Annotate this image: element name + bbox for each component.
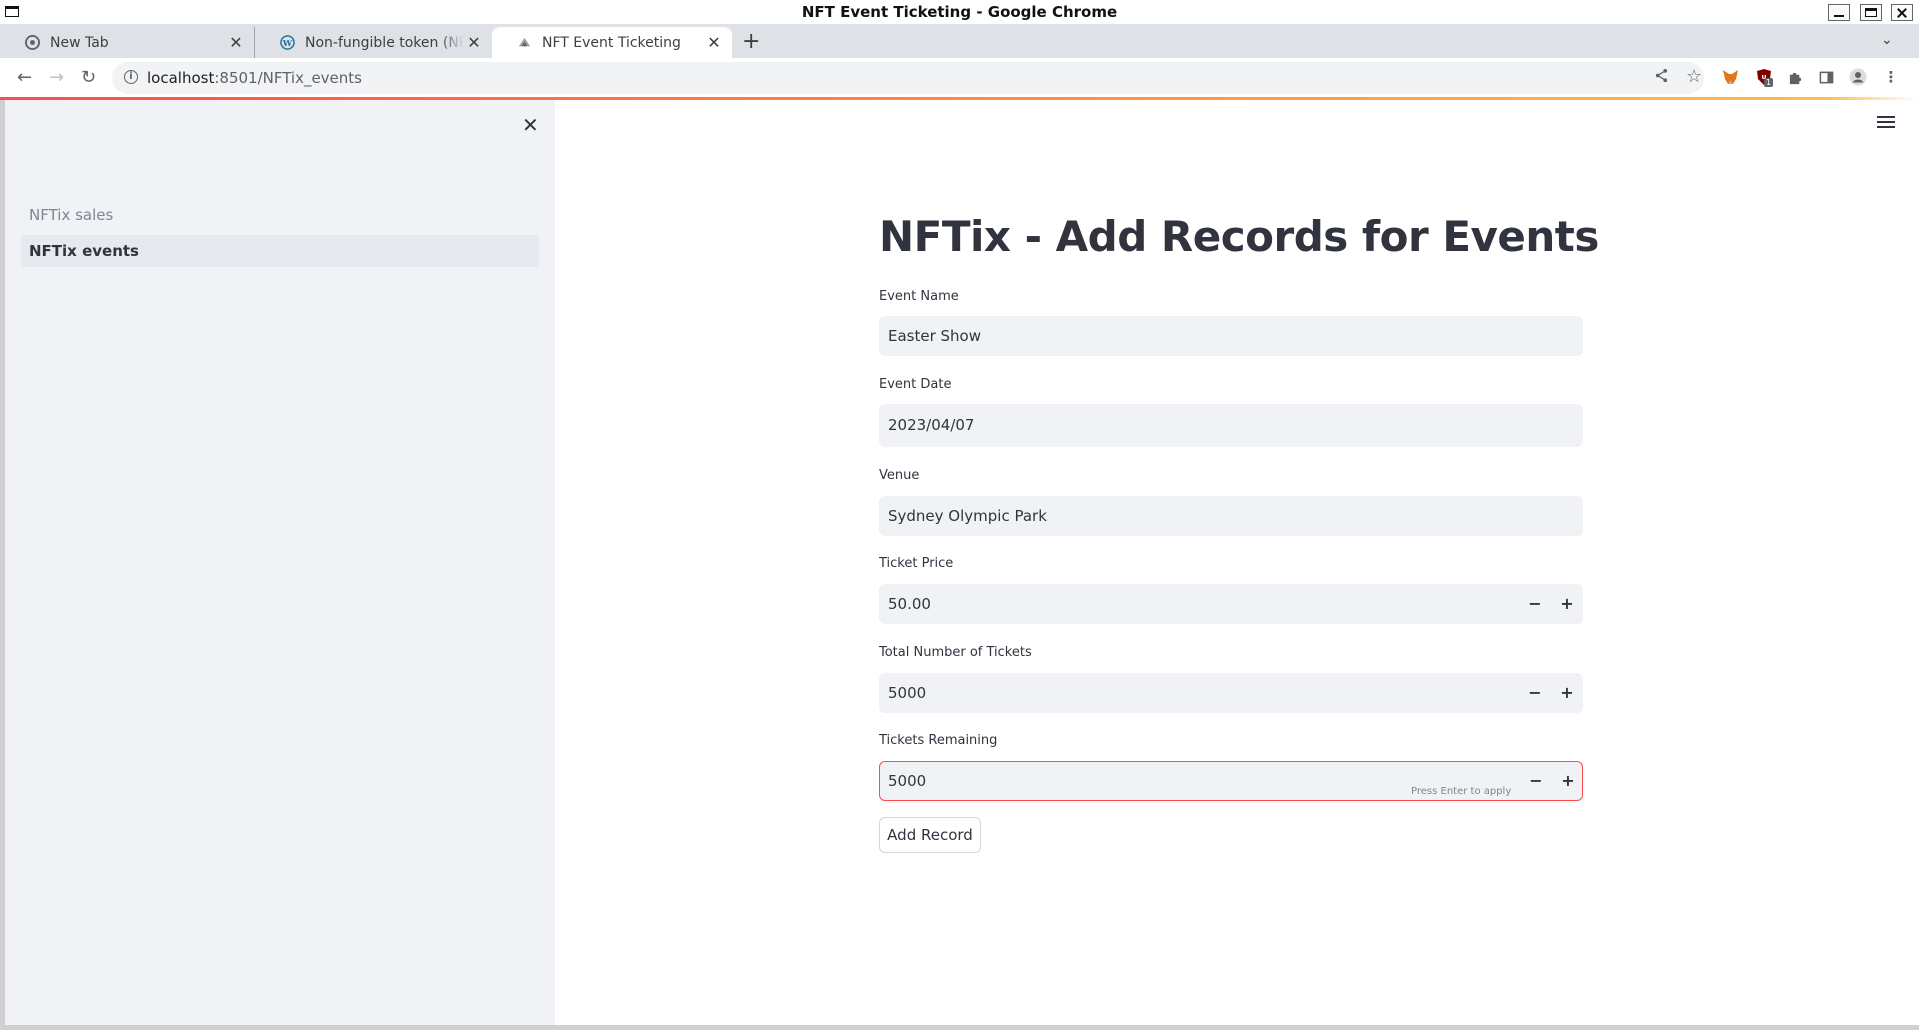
tickets-remaining-value: 5000 — [888, 772, 927, 790]
decrement-button[interactable]: − — [1519, 584, 1551, 624]
share-icon[interactable] — [1654, 68, 1669, 87]
tab-label: Non-fungible token (NFT) a — [305, 34, 464, 51]
total-tickets-label: Total Number of Tickets — [879, 645, 1032, 660]
close-window-button[interactable] — [1891, 4, 1913, 21]
close-sidebar-icon[interactable]: ✕ — [522, 113, 539, 137]
tab-label: New Tab — [50, 34, 109, 51]
hamburger-menu-icon[interactable] — [1877, 116, 1895, 131]
sidebar: ✕ NFTix sales NFTix events — [5, 100, 555, 1025]
browser-toolbar: ← → ↻ i localhost:8501/NFTix_events ☆ — [0, 58, 1919, 98]
streamlit-icon — [516, 35, 532, 51]
decrement-button[interactable]: − — [1519, 673, 1551, 713]
event-name-input[interactable]: Easter Show — [879, 316, 1583, 356]
tab-new-tab[interactable]: New Tab ✕ — [0, 27, 254, 58]
new-tab-button[interactable]: + — [742, 29, 760, 54]
tab-label: NFT Event Ticketing — [542, 34, 681, 51]
window-title: NFT Event Ticketing - Google Chrome — [801, 3, 1118, 21]
sidebar-item-nftix-sales[interactable]: NFTix sales — [21, 199, 539, 231]
ticket-price-input[interactable]: 50.00 − + — [879, 584, 1583, 624]
sidebar-item-nftix-events[interactable]: NFTix events — [21, 235, 539, 267]
chrome-menu-icon[interactable]: ⋮ — [1882, 68, 1900, 86]
ticket-price-label: Ticket Price — [879, 556, 954, 571]
venue-input[interactable]: Sydney Olympic Park — [879, 496, 1583, 536]
forward-arrow-icon[interactable]: → — [49, 67, 64, 88]
svg-text:W: W — [281, 38, 292, 48]
add-record-button[interactable]: Add Record — [879, 817, 981, 853]
tab-nft-event-ticketing[interactable]: NFT Event Ticketing ✕ — [492, 27, 732, 58]
increment-button[interactable]: + — [1551, 673, 1583, 713]
tab-strip: New Tab ✕ W Non-fungible token (NFT) a ✕… — [0, 24, 1919, 58]
reload-icon[interactable]: ↻ — [81, 67, 96, 88]
event-date-value: 2023/04/07 — [888, 416, 975, 434]
chrome-icon — [24, 35, 40, 51]
venue-label: Venue — [879, 468, 920, 483]
tickets-remaining-input[interactable]: 5000 Press Enter to apply − + — [879, 761, 1583, 801]
event-date-input[interactable]: 2023/04/07 — [879, 404, 1583, 447]
venue-value: Sydney Olympic Park — [888, 507, 1047, 525]
event-date-label: Event Date — [879, 377, 952, 392]
site-info-icon[interactable]: i — [124, 70, 138, 84]
close-tab-icon[interactable]: ✕ — [464, 33, 484, 52]
bookmark-star-icon[interactable]: ☆ — [1686, 66, 1702, 87]
maximize-button[interactable] — [1860, 4, 1882, 21]
close-tab-icon[interactable]: ✕ — [704, 33, 724, 52]
window-bottom-border — [0, 1025, 1919, 1030]
tickets-remaining-label: Tickets Remaining — [879, 733, 998, 748]
url-text[interactable]: localhost:8501/NFTix_events — [147, 69, 362, 87]
extensions-puzzle-icon[interactable] — [1786, 68, 1804, 86]
ublock-shield-icon[interactable]: u 1 — [1755, 68, 1774, 87]
metamask-fox-icon[interactable] — [1721, 68, 1739, 86]
wordpress-icon: W — [279, 35, 295, 51]
back-arrow-icon[interactable]: ← — [17, 67, 32, 88]
event-name-label: Event Name — [879, 289, 959, 304]
press-enter-hint: Press Enter to apply — [1411, 786, 1512, 797]
main-content: NFTix - Add Records for Events Event Nam… — [555, 100, 1919, 1025]
side-panel-icon[interactable] — [1817, 68, 1835, 86]
tab-nft-wiki[interactable]: W Non-fungible token (NFT) a ✕ — [254, 27, 492, 58]
minimize-button[interactable] — [1828, 4, 1850, 21]
address-bar[interactable]: i localhost:8501/NFTix_events ☆ — [112, 62, 1704, 94]
extension-badge: 1 — [1764, 78, 1774, 87]
page-title: NFTix - Add Records for Events — [879, 212, 1599, 261]
increment-button[interactable]: + — [1552, 761, 1584, 801]
close-tab-icon[interactable]: ✕ — [226, 33, 246, 52]
total-tickets-value: 5000 — [888, 684, 927, 702]
increment-button[interactable]: + — [1551, 584, 1583, 624]
ticket-price-value: 50.00 — [888, 595, 931, 613]
tab-search-chevron-icon[interactable]: ⌄ — [1881, 32, 1893, 48]
profile-avatar-icon[interactable] — [1849, 68, 1867, 86]
window-titlebar: NFT Event Ticketing - Google Chrome — [0, 0, 1919, 24]
decrement-button[interactable]: − — [1520, 761, 1552, 801]
event-name-value: Easter Show — [888, 327, 982, 345]
total-tickets-input[interactable]: 5000 − + — [879, 673, 1583, 713]
